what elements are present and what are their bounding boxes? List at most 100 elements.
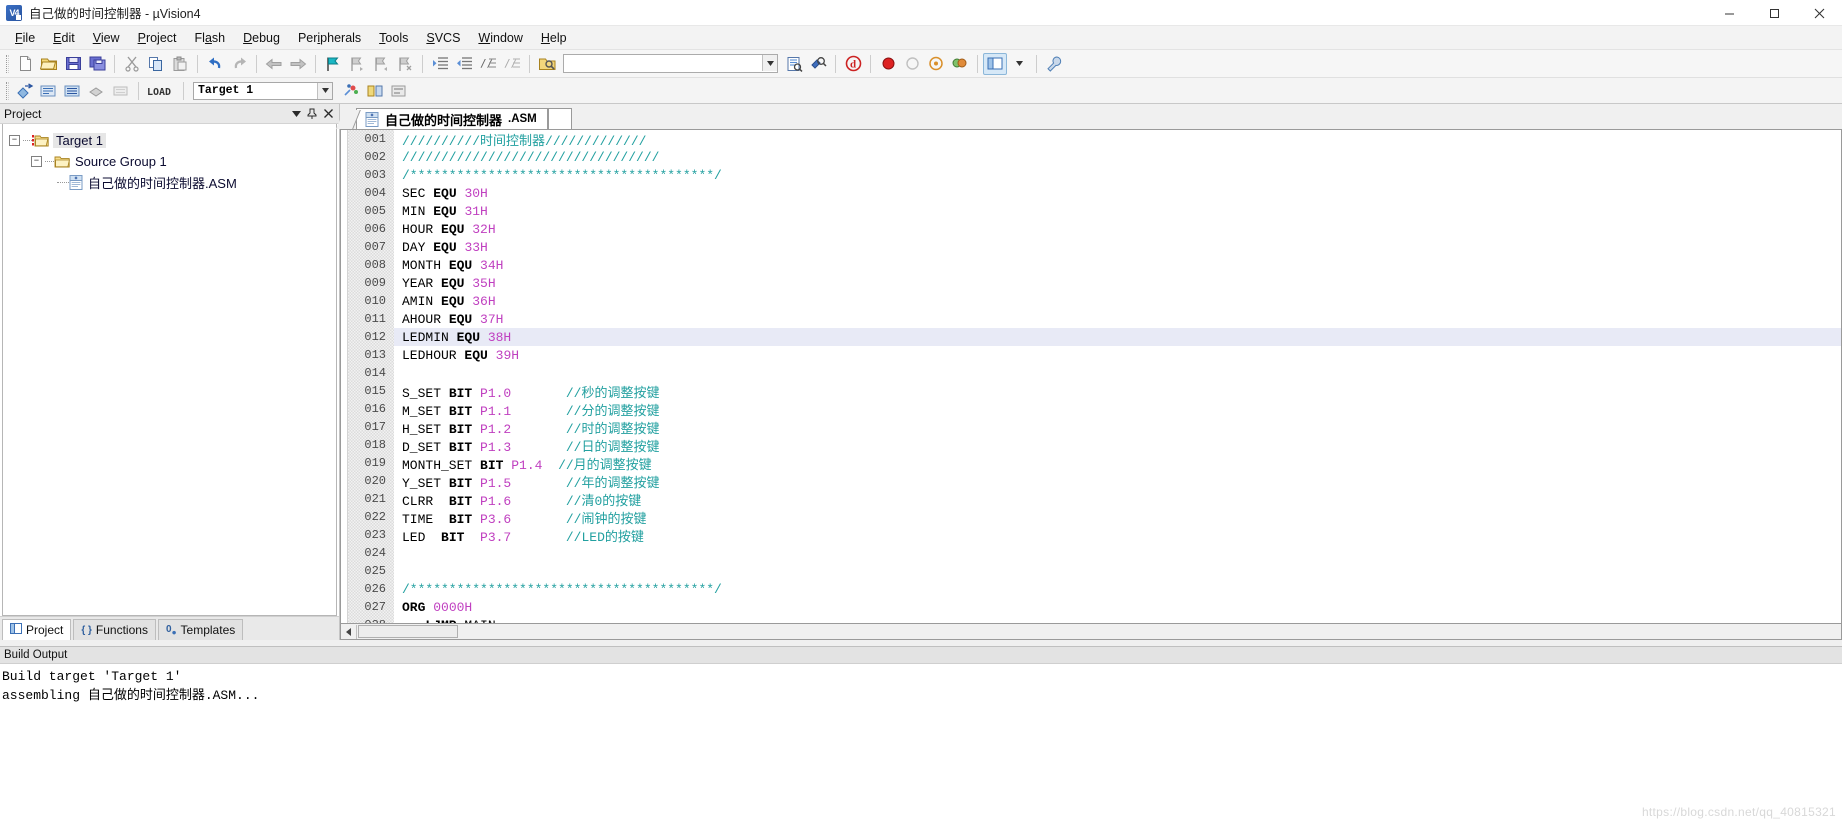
code-lines-container[interactable]: 001 //////////时间控制器///////////// 002 //////… [348, 130, 1841, 623]
menu-svcs[interactable]: SVCS [417, 28, 469, 48]
configure-icon[interactable] [1042, 53, 1066, 75]
tree-node-asm-file[interactable]: 自己做的时间控制器.ASM [9, 172, 336, 193]
save-all-icon[interactable] [85, 53, 109, 75]
bookmark-clear-icon[interactable] [393, 53, 417, 75]
target-selector[interactable]: Target 1 [193, 81, 333, 100]
navigate-back-icon[interactable] [262, 53, 286, 75]
code-line[interactable]: 017 H_SET BIT P1.2 //时的调整按键 [348, 418, 1841, 437]
menu-window[interactable]: Window [469, 28, 531, 48]
uncomment-icon[interactable]: // [500, 53, 524, 75]
menu-debug[interactable]: Debug [234, 28, 289, 48]
code-line[interactable]: 010 AMIN EQU 36H [348, 292, 1841, 310]
code-line[interactable]: 002 ///////////////////////////////// [348, 148, 1841, 166]
menu-help[interactable]: Help [532, 28, 576, 48]
editor-tab-asm[interactable]: 自己做的时间控制器 .ASM [356, 108, 548, 129]
copy-icon[interactable] [144, 53, 168, 75]
rebuild-all-icon[interactable] [61, 80, 85, 102]
comment-icon[interactable]: // [476, 53, 500, 75]
expander-icon[interactable]: − [9, 135, 20, 146]
code-line[interactable]: 026 /************************************… [348, 580, 1841, 598]
code-line[interactable]: 013 LEDHOUR EQU 39H [348, 346, 1841, 364]
chevron-down-icon[interactable] [289, 107, 303, 121]
tree-node-target[interactable]: − Target 1 [9, 130, 336, 151]
close-button[interactable] [1797, 0, 1842, 26]
code-line[interactable]: 003 /************************************… [348, 166, 1841, 184]
stop-build-icon[interactable] [109, 80, 133, 102]
code-line[interactable]: 001 //////////时间控制器///////////// [348, 130, 1841, 149]
indent-icon[interactable] [428, 53, 452, 75]
code-line[interactable]: 005 MIN EQU 31H [348, 202, 1841, 220]
batch-build-icon[interactable] [85, 80, 109, 102]
maximize-button[interactable] [1752, 0, 1797, 26]
menu-edit[interactable]: Edit [44, 28, 84, 48]
find-combo-box[interactable] [563, 54, 778, 73]
tab-project[interactable]: Project [2, 619, 72, 640]
paste-icon[interactable] [168, 53, 192, 75]
code-line[interactable]: 015 S_SET BIT P1.0 //秒的调整按键 [348, 382, 1841, 401]
build-target-icon[interactable] [37, 80, 61, 102]
code-line[interactable]: 014 [348, 364, 1841, 382]
code-line[interactable]: 011 AHOUR EQU 37H [348, 310, 1841, 328]
find-icon[interactable] [806, 53, 830, 75]
code-line[interactable]: 027 ORG 0000H [348, 598, 1841, 616]
tab-functions[interactable]: { } Functions [73, 619, 156, 640]
code-line[interactable]: 024 [348, 544, 1841, 562]
stop-icon[interactable] [900, 53, 924, 75]
save-icon[interactable] [61, 53, 85, 75]
find-in-files-icon[interactable] [535, 53, 559, 75]
bookmark-prev-icon[interactable] [345, 53, 369, 75]
menu-peripherals[interactable]: Peripherals [289, 28, 370, 48]
layout-dropdown-icon[interactable] [1007, 53, 1031, 75]
code-line[interactable]: 016 M_SET BIT P1.1 //分的调整按键 [348, 400, 1841, 419]
tree-node-source-group[interactable]: − Source Group 1 [9, 151, 336, 172]
open-file-icon[interactable] [37, 53, 61, 75]
code-line[interactable]: 023 LED BIT P3.7 //LED的按键 [348, 526, 1841, 545]
close-icon[interactable] [321, 107, 335, 121]
layout-icon[interactable] [948, 53, 972, 75]
download-icon[interactable]: LOAD [144, 80, 178, 102]
expander-icon[interactable]: − [31, 156, 42, 167]
code-line[interactable]: 020 Y_SET BIT P1.5 //年的调整按键 [348, 472, 1841, 491]
navigate-forward-icon[interactable] [286, 53, 310, 75]
tab-templates[interactable]: 0● Templates [157, 619, 244, 640]
build-output-body[interactable]: Build target 'Target 1' assembling 自己做的时间… [0, 664, 1842, 825]
toolbar-grip[interactable] [6, 54, 9, 73]
code-line[interactable]: 009 YEAR EQU 35H [348, 274, 1841, 292]
code-line[interactable]: 018 D_SET BIT P1.3 //日的调整按键 [348, 436, 1841, 455]
minimize-button[interactable] [1707, 0, 1752, 26]
translate-icon[interactable] [13, 80, 37, 102]
code-line[interactable]: 021 CLRR BIT P1.6 //清0的按键 [348, 490, 1841, 509]
code-line[interactable]: 028 LJMP MAIN [348, 616, 1841, 623]
options-target-icon[interactable] [339, 80, 363, 102]
menu-project[interactable]: Project [129, 28, 186, 48]
undo-icon[interactable] [203, 53, 227, 75]
menu-flash[interactable]: Flash [186, 28, 235, 48]
toolbar-grip[interactable] [6, 81, 9, 100]
code-line[interactable]: 007 DAY EQU 33H [348, 238, 1841, 256]
code-line[interactable]: 019 MONTH_SET BIT P1.4 //月的调整按键 [348, 454, 1841, 473]
chevron-down-icon[interactable] [762, 55, 777, 71]
code-line[interactable]: 004 SEC EQU 30H [348, 184, 1841, 202]
code-line[interactable]: 008 MONTH EQU 34H [348, 256, 1841, 274]
scroll-left-icon[interactable] [341, 624, 357, 639]
record-icon[interactable] [876, 53, 900, 75]
cut-icon[interactable] [120, 53, 144, 75]
code-editor[interactable]: 001 //////////时间控制器///////////// 002 //////… [340, 129, 1842, 624]
menu-tools[interactable]: Tools [370, 28, 417, 48]
pin-icon[interactable] [305, 107, 319, 121]
bookmark-next-icon[interactable] [369, 53, 393, 75]
new-file-icon[interactable] [13, 53, 37, 75]
code-line[interactable]: 025 [348, 562, 1841, 580]
outdent-icon[interactable] [452, 53, 476, 75]
code-line[interactable]: 006 HOUR EQU 32H [348, 220, 1841, 238]
editor-horizontal-scrollbar[interactable] [340, 624, 1842, 640]
menu-view[interactable]: View [84, 28, 129, 48]
debug-start-icon[interactable]: d [841, 53, 865, 75]
source-browse-icon[interactable] [782, 53, 806, 75]
menu-file[interactable]: File [6, 28, 44, 48]
chevron-down-icon[interactable] [317, 82, 332, 99]
find-input[interactable] [564, 56, 762, 72]
redo-icon[interactable] [227, 53, 251, 75]
scrollbar-thumb[interactable] [358, 625, 458, 638]
project-tree[interactable]: − Target 1 − Source Group 1 自己做的时间控制器.AS… [2, 124, 337, 616]
